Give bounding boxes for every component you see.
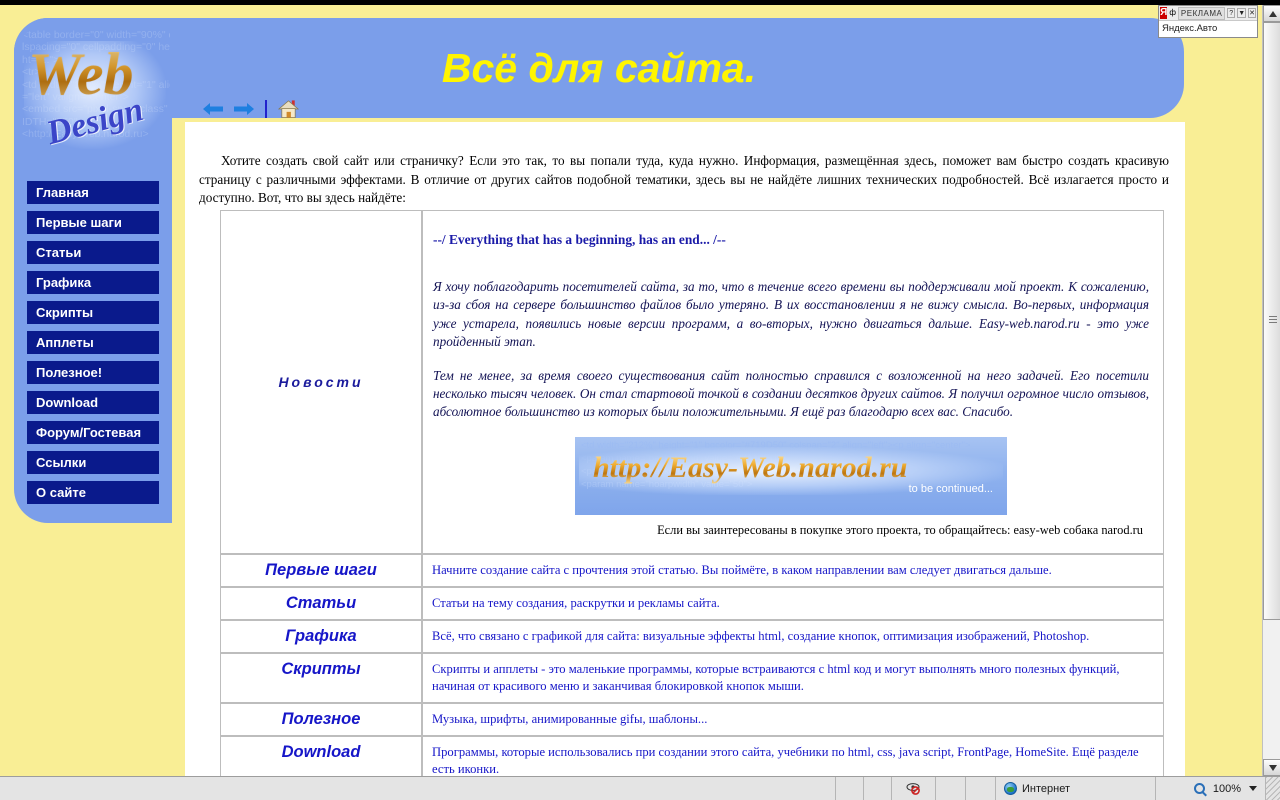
- table-row-news: Новости --/ Everything that has a beginn…: [220, 210, 1164, 554]
- section-desc-poleznoe: Музыка, шрифты, анимированные gifы, шабл…: [422, 702, 1164, 736]
- home-icon[interactable]: [278, 99, 299, 119]
- sidebar-menu: Главная Первые шаги Статьи Графика Скрип…: [14, 181, 172, 511]
- section-label-download[interactable]: Download: [220, 735, 422, 776]
- sidebar-item-o-sayte[interactable]: О сайте: [27, 481, 159, 504]
- navigation-toolbar: [203, 99, 299, 119]
- yandex-logo-suffix: ф: [1169, 8, 1176, 17]
- status-message-area: [0, 776, 836, 800]
- table-row: Скрипты Скрипты и апплеты - это маленьки…: [220, 652, 1164, 703]
- section-label-skripty[interactable]: Скрипты: [220, 652, 422, 703]
- sidebar-item-stati[interactable]: Статьи: [27, 241, 159, 264]
- sidebar-item-glavnaya[interactable]: Главная: [27, 181, 159, 204]
- scrollbar-track[interactable]: [1263, 22, 1280, 759]
- contact-line: Если вы заинтересованы в покупке этого п…: [657, 522, 1143, 537]
- resize-grip-icon[interactable]: [1266, 776, 1280, 800]
- scrollbar-thumb[interactable]: [1263, 22, 1280, 620]
- news-paragraph-2: Тем не менее, за время своего существова…: [433, 367, 1149, 420]
- intro-paragraph: Хотите создать свой сайт или страничку? …: [199, 153, 1169, 206]
- popup-blocked-icon: [906, 783, 920, 795]
- status-segment-2: [864, 776, 892, 800]
- section-desc-pervye-shagi: Начните создание сайта с прочтения этой …: [422, 553, 1164, 587]
- magnifier-icon: [1193, 783, 1205, 794]
- ad-help-button[interactable]: ?: [1227, 8, 1236, 18]
- scrollbar-grip-icon: [1269, 316, 1277, 323]
- sidebar-item-skripty[interactable]: Скрипты: [27, 301, 159, 324]
- news-label: Новости: [220, 210, 422, 554]
- popup-blocker-status[interactable]: [892, 776, 936, 800]
- chevron-down-icon: [1269, 765, 1277, 771]
- sections-table: Новости --/ Everything that has a beginn…: [220, 210, 1164, 776]
- sidebar-item-forum-gostevaya[interactable]: Форум/Гостевая: [27, 421, 159, 444]
- table-row: Download Программы, которые использовали…: [220, 735, 1164, 776]
- table-row: Первые шаги Начните создание сайта с про…: [220, 553, 1164, 587]
- status-segment-3: [936, 776, 966, 800]
- table-row: Статьи Статьи на тему создания, раскрутк…: [220, 586, 1164, 620]
- banner-url-text: http://Easy-Web.narod.ru: [593, 450, 908, 484]
- status-segment-4: [966, 776, 996, 800]
- site-header-panel: Всё для сайта.: [14, 18, 1184, 118]
- ad-body-text[interactable]: Яндекс.Авто: [1159, 21, 1257, 37]
- ad-titlebar: Я ф РЕКЛАМА ? ▼ ✕: [1159, 6, 1257, 21]
- sidebar-item-grafika[interactable]: Графика: [27, 271, 159, 294]
- ad-menu-button[interactable]: ▼: [1237, 8, 1247, 18]
- section-desc-grafika: Всё, что связано с графикой для сайта: в…: [422, 619, 1164, 653]
- content-sheet: Хотите создать свой сайт или страничку? …: [185, 122, 1185, 776]
- security-zone-label: Интернет: [1022, 782, 1070, 795]
- sidebar: <table border="0" width="90%" cellspacin…: [14, 18, 172, 523]
- sidebar-item-pervye-shagi[interactable]: Первые шаги: [27, 211, 159, 234]
- ad-title-label: РЕКЛАМА: [1177, 6, 1226, 20]
- chevron-up-icon: [1269, 11, 1277, 17]
- page-title: Всё для сайта.: [441, 45, 757, 91]
- table-row: Полезное Музыка, шрифты, анимированные g…: [220, 702, 1164, 736]
- section-label-grafika[interactable]: Графика: [220, 619, 422, 653]
- document-viewport: Всё для сайта. <table border="0" width="…: [0, 5, 1262, 776]
- section-desc-download: Программы, которые использовались при со…: [422, 735, 1164, 776]
- scroll-down-button[interactable]: [1263, 759, 1280, 776]
- chevron-down-icon[interactable]: [1249, 786, 1257, 791]
- section-desc-stati: Статьи на тему создания, раскрутки и рек…: [422, 586, 1164, 620]
- browser-page: Всё для сайта. <table border="0" width="…: [0, 0, 1280, 800]
- site-logo: <table border="0" width="90%" cellspacin…: [18, 25, 170, 169]
- forward-arrow-icon[interactable]: [232, 101, 254, 117]
- sidebar-item-download[interactable]: Download: [27, 391, 159, 414]
- zoom-control[interactable]: 100%: [1156, 776, 1266, 800]
- zoom-level-label: 100%: [1212, 782, 1241, 795]
- section-desc-skripty: Скрипты и апплеты - это маленькие програ…: [422, 652, 1164, 703]
- back-arrow-icon[interactable]: [203, 101, 225, 117]
- globe-icon: [1004, 782, 1017, 795]
- news-heading: --/ Everything that has a beginning, has…: [433, 232, 726, 247]
- yandex-ad-widget[interactable]: Я ф РЕКЛАМА ? ▼ ✕ Яндекс.Авто: [1158, 5, 1258, 38]
- site-banner[interactable]: <td width="212%" height="1" bgcolor="#71…: [575, 436, 1007, 515]
- table-row: Графика Всё, что связано с графикой для …: [220, 619, 1164, 653]
- yandex-logo-icon: Я: [1160, 7, 1168, 19]
- banner-to-be-continued: to be continued...: [908, 482, 993, 495]
- scroll-up-button[interactable]: [1263, 5, 1280, 22]
- status-bar: Интернет 100%: [0, 776, 1280, 800]
- ad-close-button[interactable]: ✕: [1248, 8, 1256, 18]
- section-label-pervye-shagi[interactable]: Первые шаги: [220, 553, 422, 587]
- news-paragraph-1: Я хочу поблагодарить посетителей сайта, …: [433, 279, 1149, 350]
- status-segment-1: [836, 776, 864, 800]
- security-zone[interactable]: Интернет: [996, 776, 1156, 800]
- sidebar-item-ssylki[interactable]: Ссылки: [27, 451, 159, 474]
- vertical-scrollbar[interactable]: [1262, 5, 1280, 776]
- sidebar-item-poleznoe[interactable]: Полезное!: [27, 361, 159, 384]
- toolbar-divider: [265, 100, 267, 118]
- news-cell: --/ Everything that has a beginning, has…: [422, 210, 1164, 554]
- section-label-stati[interactable]: Статьи: [220, 586, 422, 620]
- sidebar-item-applety[interactable]: Апплеты: [27, 331, 159, 354]
- section-label-poleznoe[interactable]: Полезное: [220, 702, 422, 736]
